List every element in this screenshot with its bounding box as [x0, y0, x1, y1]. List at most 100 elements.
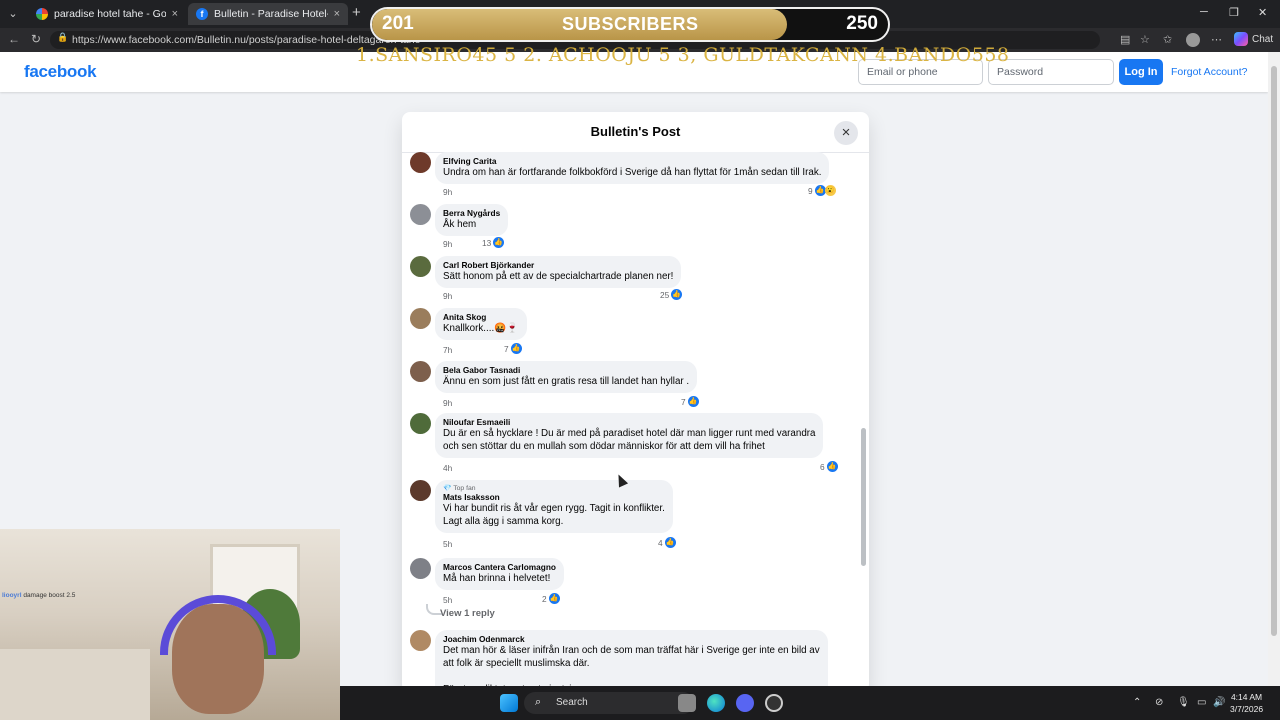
comment-author[interactable]: Anita Skog [443, 312, 519, 322]
reaction-count[interactable]: 7 👍 [504, 343, 522, 354]
subscriber-goal-bar: 201 SUBSCRIBERS 250 [370, 7, 890, 42]
display-icon[interactable]: ▭ [1197, 697, 1206, 708]
comment-time[interactable]: 7h [443, 345, 452, 355]
comment-bubble: Carl Robert Björkander Sätt honom på ett… [435, 256, 682, 288]
facebook-logo[interactable]: facebook [24, 62, 97, 82]
copilot-icon [1234, 32, 1248, 46]
back-icon[interactable]: ← [8, 32, 20, 46]
like-count: 6 [820, 461, 825, 472]
start-icon[interactable] [500, 694, 518, 712]
forgot-account-link[interactable]: Forgot Account? [1171, 66, 1247, 78]
like-icon: 👍 [671, 289, 683, 300]
tab-title: Bulletin - Paradise Hotel-deltagaren tah… [214, 8, 328, 20]
tab-google-search[interactable]: paradise hotel tahe - Google Search × [28, 3, 186, 25]
comment-author[interactable]: Joachim Odenmarck [443, 634, 820, 644]
page-scroll-thumb[interactable] [1271, 66, 1277, 636]
comment-time[interactable]: 5h [443, 595, 452, 605]
profile-avatar[interactable] [1186, 33, 1200, 47]
avatar[interactable] [410, 204, 431, 225]
refresh-icon[interactable]: ↻ [31, 32, 41, 46]
edge-icon[interactable] [707, 694, 725, 712]
comment-bubble: Elfving Carita Undra om han är fortfaran… [435, 152, 830, 184]
reaction-count[interactable]: 2 👍 [542, 593, 560, 604]
comment-text: Du är en så hycklare ! Du är med på para… [443, 428, 816, 452]
comment-author[interactable]: Elfving Carita [443, 156, 821, 166]
taskbar-search[interactable]: Search [524, 692, 694, 714]
avatar[interactable] [410, 361, 431, 382]
clock-date: 3/7/2026 [1230, 704, 1264, 714]
page-scrollbar[interactable] [1268, 52, 1280, 686]
close-icon[interactable]: × [834, 121, 858, 145]
network-icon[interactable]: ⊘ [1155, 697, 1163, 708]
favorite-icon[interactable]: ☆ [1140, 33, 1150, 46]
subscriber-current: 201 [382, 13, 414, 34]
discord-icon[interactable] [736, 694, 754, 712]
comment-time[interactable]: 5h [443, 539, 452, 549]
comment-author[interactable]: Mats Isaksson [443, 492, 665, 502]
reaction-count[interactable]: 7 👍 [681, 396, 699, 407]
comment-time[interactable]: 9h [443, 239, 452, 249]
comment-time[interactable]: 4h [443, 463, 452, 473]
post-dialog: Bulletin's Post × Elfving Carita Undra o… [402, 112, 869, 686]
obs-icon[interactable] [765, 694, 783, 712]
view-reply-link[interactable]: View 1 reply [440, 608, 495, 619]
avatar[interactable] [410, 558, 431, 579]
comment-time[interactable]: 9h [443, 187, 452, 197]
close-tab-icon[interactable]: × [334, 8, 340, 20]
copilot-label: Chat [1252, 33, 1274, 45]
comment-author[interactable]: Carl Robert Björkander [443, 260, 673, 270]
minimize-icon[interactable]: ─ [1200, 6, 1208, 18]
avatar[interactable] [410, 480, 431, 501]
close-tab-icon[interactable]: × [172, 8, 178, 20]
close-window-icon[interactable]: ✕ [1258, 6, 1267, 19]
dialog-header: Bulletin's Post × [402, 112, 869, 153]
comment-bubble: Marcos Cantera Carlomagno Må han brinna … [435, 558, 564, 590]
avatar[interactable] [410, 152, 431, 173]
like-count: 13 [482, 237, 492, 248]
streamer [172, 604, 264, 714]
reader-icon[interactable]: ▤ [1120, 33, 1130, 46]
reaction-count[interactable]: 4 👍 [658, 537, 676, 548]
comment-time[interactable]: 9h [443, 398, 452, 408]
mic-icon[interactable]: 🎙 [1177, 697, 1190, 708]
subscriber-label: SUBSCRIBERS [562, 14, 699, 34]
chat-text: damage boost 2.5 [23, 592, 76, 599]
comment-author[interactable]: Berra Nygårds [443, 208, 500, 218]
comment-text: Det man hör & läser inifrån Iran och de … [443, 645, 820, 686]
like-count: 7 [681, 396, 686, 407]
comment-bubble: Bela Gabor Tasnadi Ännu en som just fått… [435, 361, 698, 393]
facebook-icon: f [196, 8, 208, 20]
like-icon: 👍 [510, 343, 522, 354]
google-icon [36, 8, 48, 20]
avatar[interactable] [410, 308, 431, 329]
more-icon[interactable]: ⋯ [1211, 33, 1222, 46]
file-explorer-icon[interactable] [678, 694, 696, 712]
room-sofa [0, 649, 150, 720]
comment-time[interactable]: 9h [443, 291, 452, 301]
maximize-icon[interactable]: ❐ [1229, 6, 1239, 19]
avatar[interactable] [410, 630, 431, 651]
comment-text: Ännu en som just fått en gratis resa til… [443, 376, 690, 387]
comment-author[interactable]: Bela Gabor Tasnadi [443, 365, 689, 375]
tab-menu-icon[interactable]: ⌄ [4, 5, 22, 23]
avatar[interactable] [410, 413, 431, 434]
volume-icon[interactable]: 🔊 [1213, 697, 1225, 708]
avatar[interactable] [410, 256, 431, 277]
reaction-count[interactable]: 25 👍 [660, 289, 683, 300]
reaction-count[interactable]: 9 👍 😮 [808, 185, 836, 196]
dialog-scrollbar[interactable] [861, 428, 866, 566]
copilot-button[interactable]: Chat [1234, 32, 1273, 46]
lock-icon: 🔒 [57, 32, 69, 42]
collections-icon[interactable]: ✩ [1163, 33, 1172, 46]
tray-chevron-icon[interactable]: ⌃ [1133, 697, 1141, 708]
comment-text: Åk hem [443, 219, 477, 230]
taskbar: Search ⌕ ⌃ ⊘ 🎙 ▭ 🔊 4:14 AM 3/7/2026 [340, 686, 1280, 720]
tab-bulletin[interactable]: f Bulletin - Paradise Hotel-deltagaren t… [188, 3, 348, 25]
login-button[interactable]: Log In [1119, 59, 1163, 85]
clock[interactable]: 4:14 AM 3/7/2026 [1230, 691, 1263, 715]
reaction-count[interactable]: 13 👍 [482, 237, 505, 248]
comment-author[interactable]: Niloufar Esmaeili [443, 417, 815, 427]
new-tab-button[interactable]: + [352, 4, 361, 21]
reaction-count[interactable]: 6 👍 [820, 461, 838, 472]
comment-author[interactable]: Marcos Cantera Carlomagno [443, 562, 556, 572]
